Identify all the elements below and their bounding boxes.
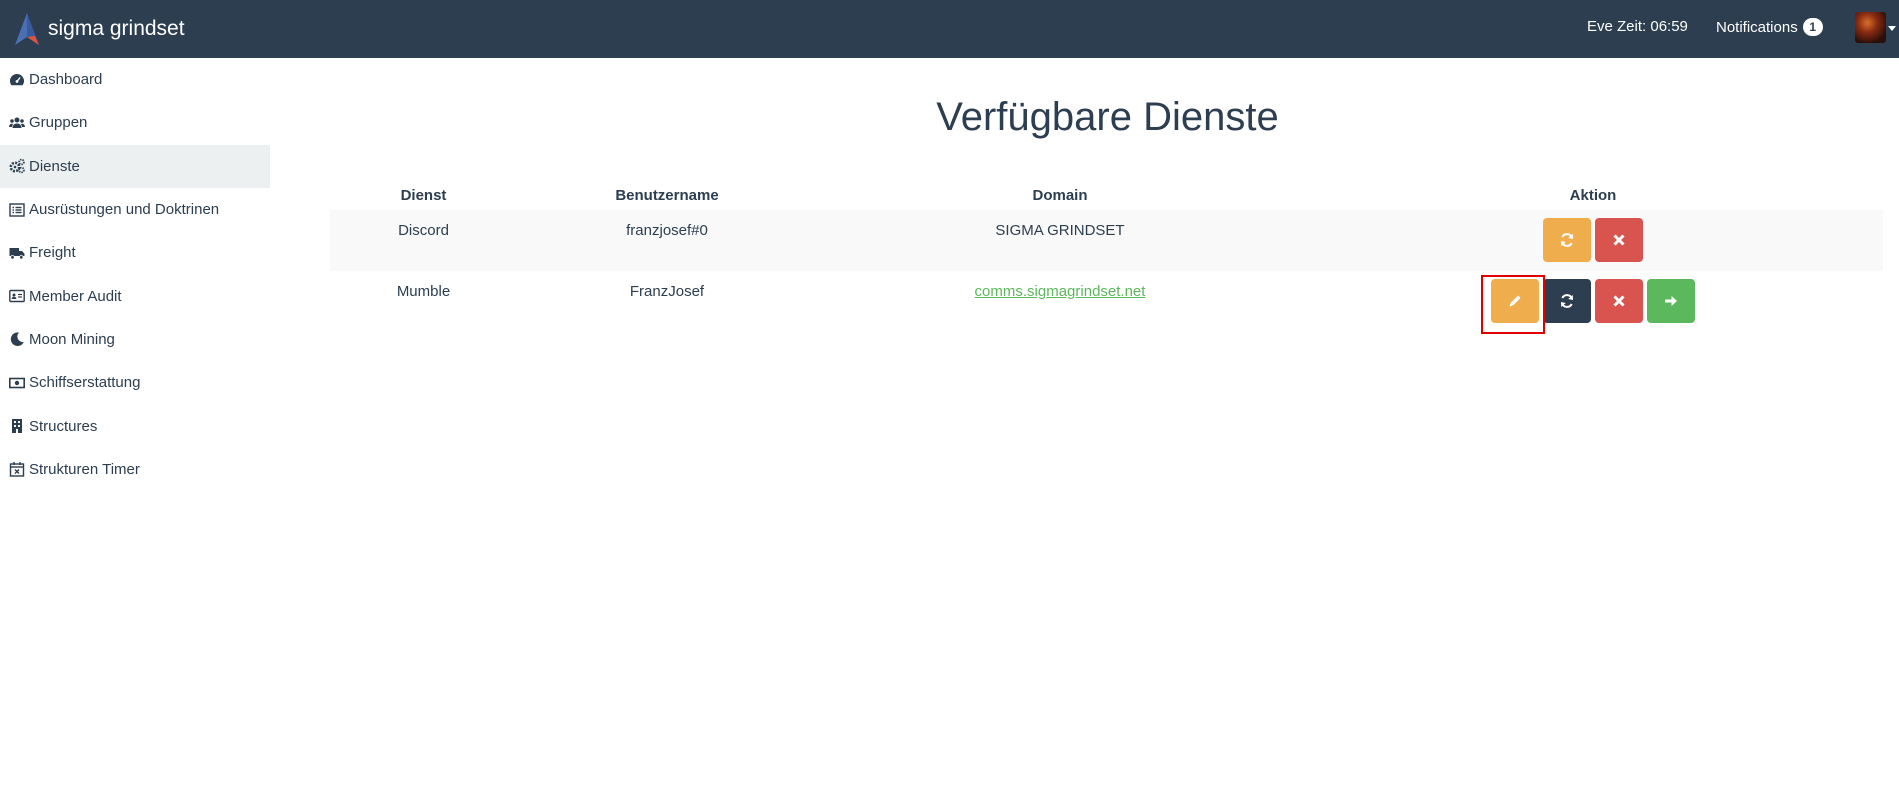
service-username: franzjosef#0	[626, 222, 708, 239]
calendar-x-icon	[8, 461, 25, 478]
truck-icon	[8, 245, 25, 261]
sidebar-item-dashboard[interactable]: Dashboard	[0, 58, 270, 101]
service-name: Mumble	[396, 283, 451, 300]
sidebar-item-freight[interactable]: Freight	[0, 231, 270, 274]
edit-password-button[interactable]	[1491, 279, 1539, 323]
page-title: Verfügbare Dienste	[936, 95, 1279, 139]
sidebar-item-moon-mining[interactable]: Moon Mining	[0, 318, 270, 361]
services-table: Dienst Benutzername Domain Aktion Discor…	[330, 180, 1883, 332]
sidebar-item-schiffserstattung[interactable]: Schiffserstattung	[0, 361, 270, 404]
refresh-button[interactable]	[1543, 279, 1591, 323]
sidebar-item-member-audit[interactable]: Member Audit	[0, 274, 270, 317]
sidebar-item-dienste[interactable]: Dienste	[0, 144, 270, 188]
service-actions	[1303, 210, 1883, 271]
connect-button[interactable]	[1647, 279, 1695, 323]
alliance-logo-icon	[15, 13, 39, 45]
notifications-badge: 1	[1802, 18, 1823, 36]
moon-icon	[8, 331, 25, 347]
table-row: Mumble FranzJosef comms.sigmagrindset.ne…	[330, 271, 1883, 332]
id-card-icon	[8, 288, 25, 304]
brand-name: sigma grindset	[48, 17, 185, 40]
cogs-icon	[8, 158, 25, 174]
close-icon	[1613, 295, 1625, 307]
sidebar-item-label: Structures	[29, 417, 98, 435]
sidebar-item-label: Schiffserstattung	[29, 374, 141, 392]
close-icon	[1613, 234, 1625, 246]
eve-time: Eve Zeit: 06:59	[1587, 18, 1688, 35]
sidebar-item-label: Dienste	[29, 157, 80, 175]
top-navbar: sigma grindset Eve Zeit: 06:59 Notificat…	[0, 0, 1899, 58]
table-header: Dienst Benutzername Domain Aktion	[330, 180, 1883, 210]
refresh-icon	[1561, 233, 1573, 247]
column-header-dienst: Dienst	[400, 186, 447, 204]
sidebar-item-label: Member Audit	[29, 287, 122, 305]
notifications-label: Notifications	[1716, 18, 1798, 36]
service-actions	[1303, 271, 1883, 332]
service-domain-link[interactable]: comms.sigmagrindset.net	[975, 283, 1146, 300]
building-icon	[8, 418, 25, 434]
pencil-icon	[1509, 295, 1521, 307]
money-icon	[8, 375, 25, 391]
sidebar-item-strukturen-timer[interactable]: Strukturen Timer	[0, 448, 270, 491]
service-name: Discord	[398, 222, 449, 239]
sidebar-item-label: Ausrüstungen und Doktrinen	[29, 201, 220, 219]
sidebar-item-label: Dashboard	[29, 71, 103, 89]
list-icon	[8, 202, 25, 218]
dashboard-icon	[8, 72, 25, 88]
sidebar: Dashboard Gruppen Dienste Ausrüstungen u…	[0, 58, 270, 491]
user-avatar[interactable]	[1855, 12, 1886, 43]
sidebar-item-label: Strukturen Timer	[29, 460, 140, 478]
service-domain: SIGMA GRINDSET	[995, 222, 1125, 239]
sidebar-item-gruppen[interactable]: Gruppen	[0, 101, 270, 144]
delete-button[interactable]	[1595, 218, 1643, 262]
refresh-button[interactable]	[1543, 218, 1591, 262]
table-row: Discord franzjosef#0 SIGMA GRINDSET	[330, 210, 1883, 271]
sidebar-item-structures[interactable]: Structures	[0, 404, 270, 447]
brand-link[interactable]: sigma grindset	[12, 10, 185, 48]
service-domain-cell: comms.sigmagrindset.net	[817, 271, 1303, 332]
sidebar-item-ausruestungen[interactable]: Ausrüstungen und Doktrinen	[0, 188, 270, 231]
sidebar-item-label: Gruppen	[29, 114, 88, 132]
chevron-down-icon[interactable]	[1888, 26, 1896, 31]
arrow-right-icon	[1665, 296, 1677, 306]
notifications-link[interactable]: Notifications 1	[1716, 18, 1823, 36]
column-header-benutzername: Benutzername	[615, 186, 719, 204]
delete-button[interactable]	[1595, 279, 1643, 323]
sidebar-item-label: Freight	[29, 244, 76, 262]
column-header-domain: Domain	[1032, 186, 1088, 204]
users-icon	[8, 115, 25, 131]
sidebar-item-label: Moon Mining	[29, 330, 115, 348]
refresh-icon	[1561, 294, 1573, 308]
service-username: FranzJosef	[629, 283, 705, 300]
column-header-aktion: Aktion	[1569, 186, 1617, 204]
